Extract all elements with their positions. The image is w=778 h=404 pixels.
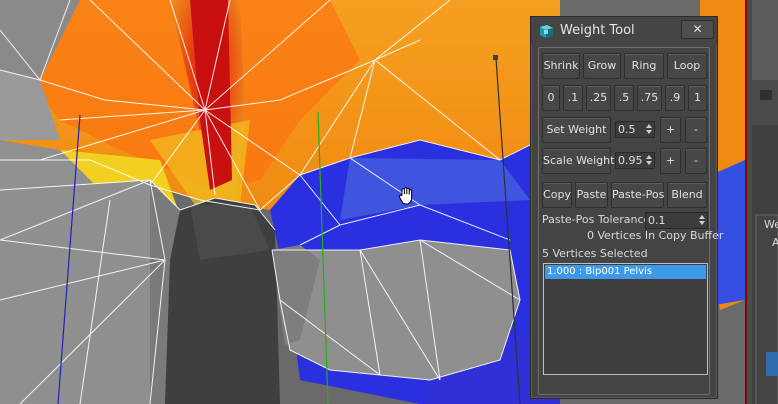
spinner-arrows-icon[interactable] [697,214,706,227]
ring-button[interactable]: Ring [624,53,664,79]
set-weight-spinner[interactable] [615,121,655,138]
tolerance-input[interactable] [648,213,695,228]
set-weight-button[interactable]: Set Weight [542,117,611,143]
weight-tool-window: Weight Tool ✕ Shrink Grow Ring Loop 0 .1… [530,16,723,399]
spinner-arrows-icon[interactable] [644,154,653,167]
preset-0.25-button[interactable]: .25 [586,85,611,111]
scale-weight-input[interactable] [618,153,642,168]
hand-cursor-icon [398,186,416,206]
set-weight-input[interactable] [618,122,642,137]
preset-0-button[interactable]: 0 [542,85,560,111]
shrink-button[interactable]: Shrink [542,53,580,79]
paste-pos-button[interactable]: Paste-Pos [611,182,664,208]
preset-0.1-button[interactable]: .1 [563,85,583,111]
bone-weights-list[interactable]: 1.000 : Bip001 Pelvis [543,263,708,375]
window-title: Weight Tool [560,23,635,38]
list-item[interactable]: 1.000 : Bip001 Pelvis [545,265,706,279]
loop-button[interactable]: Loop [667,53,707,79]
scale-weight-plus-button[interactable]: + [660,148,681,174]
preset-0.9-button[interactable]: .9 [665,85,685,111]
set-weight-minus-button[interactable]: - [685,117,707,143]
preset-0.75-button[interactable]: .75 [637,85,662,111]
preset-0.5-button[interactable]: .5 [614,85,634,111]
tolerance-spinner[interactable] [645,212,708,229]
blend-button[interactable]: Blend [667,182,707,208]
tool-panel: Shrink Grow Ring Loop 0 .1 .25 .5 .75 .9… [538,47,723,395]
copy-button[interactable]: Copy [542,182,572,208]
paste-button[interactable]: Paste [575,182,608,208]
side-panel-text-1: We [764,218,778,231]
vertices-selected-status: 5 Vertices Selected [542,247,648,260]
preset-1-button[interactable]: 1 [688,85,707,111]
side-panel-text-2: A [772,236,778,249]
copy-buffer-status: 0 Vertices In Copy Buffer [587,229,724,242]
grow-button[interactable]: Grow [583,53,621,79]
3ds-max-icon [539,24,554,39]
paste-pos-tolerance-label: Paste-Pos Tolerance [542,213,651,226]
set-weight-plus-button[interactable]: + [660,117,681,143]
scale-weight-minus-button[interactable]: - [685,148,707,174]
scale-weight-spinner[interactable] [615,152,655,169]
spinner-arrows-icon[interactable] [644,123,653,136]
scale-weight-button[interactable]: Scale Weight [542,148,614,174]
title-bar[interactable]: Weight Tool ✕ [531,17,717,45]
close-button[interactable]: ✕ [681,20,714,39]
